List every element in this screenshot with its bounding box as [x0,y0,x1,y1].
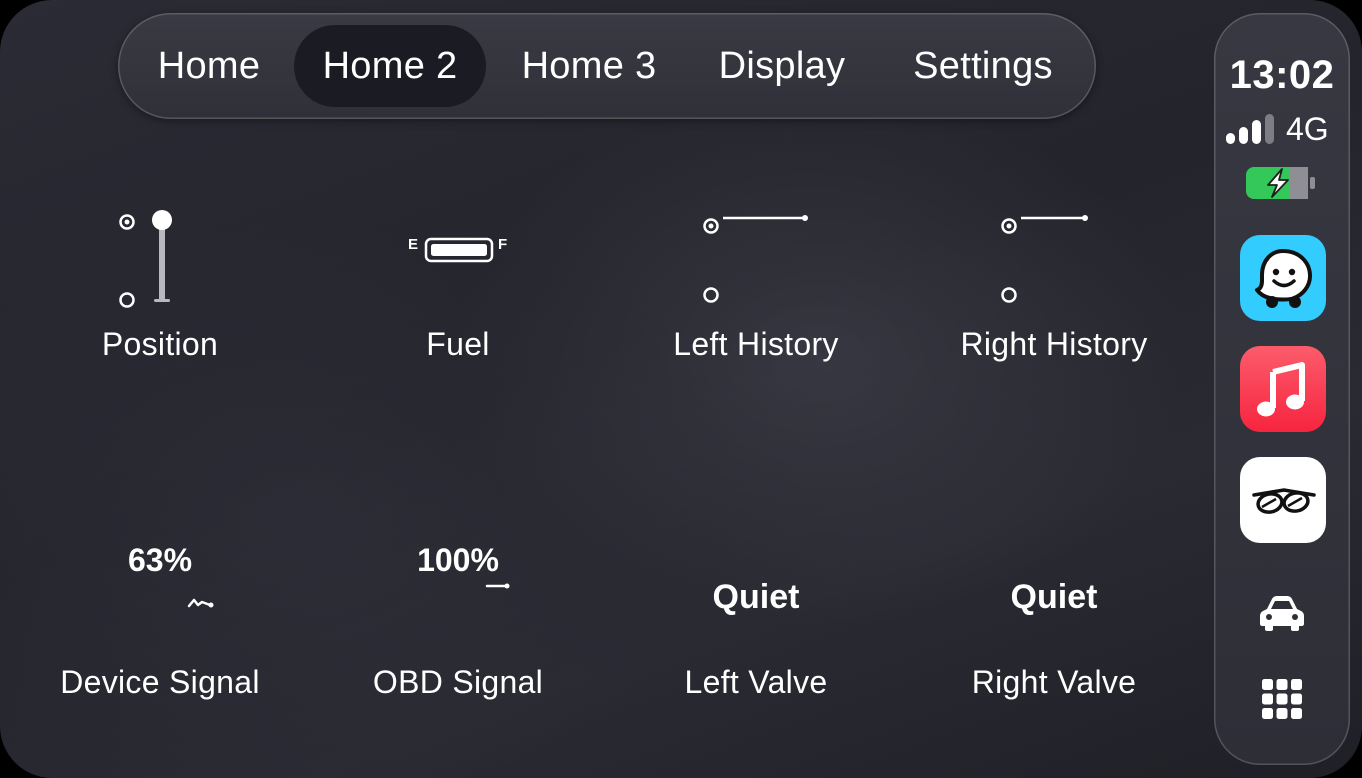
left-history-label: Left History [673,326,839,362]
exhaust-logo-icon [1252,488,1316,514]
device-signal-value: 63% [127,542,193,578]
network-type: 4G [1286,111,1329,147]
left-valve-label: Left Valve [684,664,828,700]
right-valve-value: Quiet [1010,578,1098,616]
music-app-button[interactable] [1240,346,1326,432]
widget-right-valve[interactable]: Quiet Right Valve [924,540,1184,700]
carplay-screen: Home Home 2 Home 3 Display Settings Posi… [0,0,1362,778]
device-signal-label: Device Signal [60,664,260,700]
waze-app-button[interactable] [1240,235,1326,321]
car-icon [1260,596,1304,631]
obd-signal-value: 100% [417,542,499,578]
fuel-gauge-icon [424,237,494,263]
widget-left-history[interactable]: Left History [626,196,886,362]
widget-obd-signal[interactable]: 100% OBD Signal [328,540,588,700]
left-valve-value: Quiet [712,578,800,616]
tab-home-2[interactable]: Home 2 [294,25,486,107]
exhaust-app-button[interactable] [1240,457,1326,543]
obd-signal-label: OBD Signal [372,664,544,700]
position-slider-icon [119,210,172,308]
tab-display[interactable]: Display [692,25,872,107]
network-status: 4G [1214,111,1350,147]
right-valve-label: Right Valve [971,664,1137,700]
battery-charging-icon [1246,167,1315,199]
right-history-label: Right History [960,326,1148,362]
music-note-icon [1257,362,1305,417]
signal-bars-icon [1226,114,1278,144]
widget-left-valve[interactable]: Quiet Left Valve [626,540,886,700]
widget-device-signal[interactable]: 63% Device Signal [30,540,290,700]
right-history-graph-icon [1001,215,1088,303]
widget-position[interactable]: Position [30,196,290,362]
widget-right-history[interactable]: Right History [924,196,1184,362]
tab-bar: Home Home 2 Home 3 Display Settings [118,13,1096,119]
waze-icon [1255,249,1312,308]
fuel-empty-label: E [408,236,419,253]
app-grid-icon [1262,679,1302,719]
status-rail: 13:02 4G [1214,13,1350,765]
app-grid-button[interactable] [1214,677,1350,721]
car-home-button[interactable] [1214,593,1350,633]
left-history-graph-icon [703,215,808,303]
obd-signal-sparkline-icon [485,583,510,589]
device-signal-sparkline-icon [187,598,214,608]
widget-fuel[interactable]: E F Fuel [328,196,588,362]
position-label: Position [101,326,219,362]
tab-home-3[interactable]: Home 3 [494,25,684,107]
clock: 13:02 [1229,53,1335,97]
fuel-label: Fuel [426,326,490,362]
tab-home[interactable]: Home [132,25,286,107]
tab-settings[interactable]: Settings [882,25,1084,107]
fuel-full-label: F [498,236,508,253]
